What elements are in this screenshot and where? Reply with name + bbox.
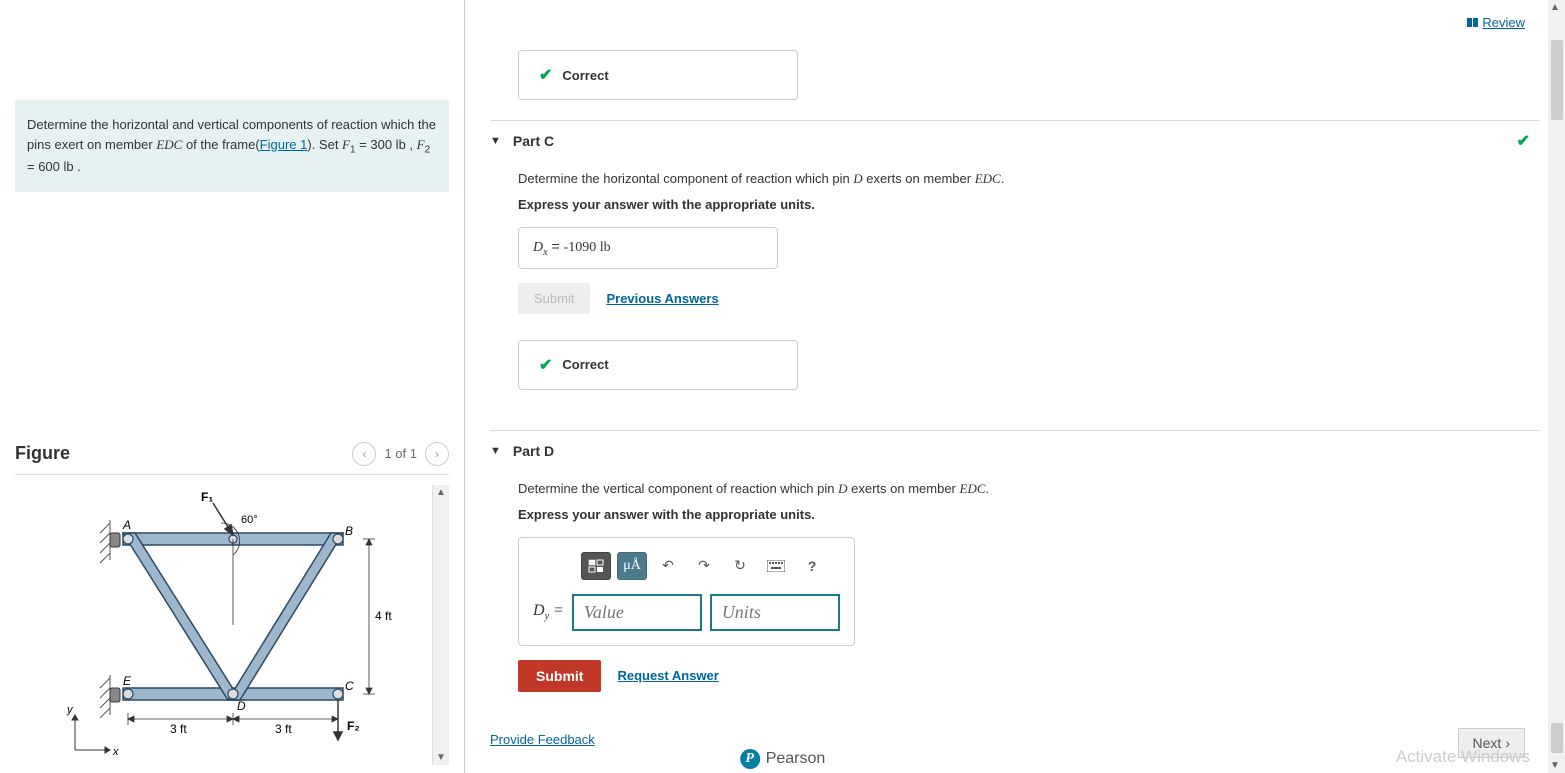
part-c-instruction: Determine the horizontal component of re…	[518, 171, 1540, 187]
figure-diagram: x y	[15, 485, 432, 768]
svg-text:B: B	[345, 524, 353, 538]
figure-scrollbar[interactable]: ▲ ▼	[432, 485, 449, 765]
svg-text:F₁: F₁	[201, 490, 213, 504]
windows-watermark: Activate Windows	[1396, 747, 1530, 767]
review-link[interactable]: Review	[1467, 15, 1525, 30]
pager-next-button[interactable]: ›	[425, 442, 449, 466]
scroll-up-icon[interactable]: ▲	[434, 485, 448, 500]
svg-text:60°: 60°	[241, 514, 258, 526]
svg-text:E: E	[123, 674, 132, 688]
problem-member: EDC	[156, 137, 182, 152]
units-input[interactable]	[710, 594, 840, 631]
svg-text:3 ft: 3 ft	[275, 722, 292, 736]
part-b-correct-box: ✔ Correct	[518, 50, 798, 100]
figure-section: Figure ‹ 1 of 1 ›	[15, 442, 449, 768]
review-icon	[1467, 18, 1478, 27]
svg-text:D: D	[237, 699, 246, 713]
part-d-request-answer-link[interactable]: Request Answer	[617, 668, 718, 683]
figure-title: Figure	[15, 443, 70, 464]
value-input[interactable]	[572, 594, 702, 631]
part-c-title: Part C	[513, 133, 554, 149]
left-panel: Determine the horizontal and vertical co…	[0, 0, 465, 773]
part-d-answer-label: Dy =	[533, 602, 564, 622]
part-d-header[interactable]: ▼ Part D	[490, 430, 1540, 471]
part-d-submit-button[interactable]: Submit	[518, 660, 601, 692]
pager-prev-button[interactable]: ‹	[352, 442, 376, 466]
part-c-correct-box: ✔ Correct	[518, 340, 798, 390]
scroll-thumb[interactable]	[1551, 40, 1563, 120]
pearson-logo-icon: P	[740, 749, 760, 769]
figure-link[interactable]: Figure 1	[260, 137, 308, 152]
undo-icon[interactable]: ↶	[653, 552, 683, 580]
pager-text: 1 of 1	[384, 446, 417, 461]
scroll-down-icon[interactable]: ▼	[434, 750, 448, 765]
svg-text:y: y	[66, 704, 74, 716]
part-c-submit-button: Submit	[518, 283, 590, 314]
units-icon[interactable]: μÅ	[617, 552, 647, 580]
correct-text: Correct	[562, 68, 608, 83]
svg-text:C: C	[345, 679, 354, 693]
part-c-previous-answers-link[interactable]: Previous Answers	[606, 291, 718, 306]
part-c-body: Determine the horizontal component of re…	[490, 161, 1540, 430]
reset-icon[interactable]: ↻	[725, 552, 755, 580]
part-c-instruction2: Express your answer with the appropriate…	[518, 197, 1540, 212]
caret-down-icon: ▼	[490, 445, 501, 457]
part-c-answer: Dx = -1090 lb	[518, 227, 778, 269]
provide-feedback-link[interactable]: Provide Feedback	[490, 732, 595, 747]
right-panel: Review ✔ Correct ▼ Part C ✔ Determine th…	[465, 0, 1565, 773]
part-c-check-icon: ✔	[1517, 131, 1530, 151]
main-scrollbar[interactable]: ▲ ▼	[1548, 0, 1565, 773]
part-d-instruction: Determine the vertical component of reac…	[518, 481, 1540, 497]
svg-text:4 ft: 4 ft	[375, 609, 392, 623]
scroll-up-icon[interactable]: ▲	[1548, 0, 1565, 15]
part-c-header[interactable]: ▼ Part C ✔	[490, 120, 1540, 161]
part-d-body: Determine the vertical component of reac…	[490, 471, 1540, 712]
help-icon[interactable]: ?	[797, 552, 827, 580]
keyboard-icon[interactable]	[761, 552, 791, 580]
svg-text:x: x	[112, 746, 119, 758]
scroll-thumb[interactable]	[1551, 723, 1563, 753]
footer-brand: P Pearson	[736, 745, 830, 773]
problem-statement: Determine the horizontal and vertical co…	[15, 100, 449, 192]
answer-toolbar: μÅ ↶ ↷ ↻ ?	[581, 552, 840, 580]
part-d-instruction2: Express your answer with the appropriate…	[518, 507, 1540, 522]
svg-text:3 ft: 3 ft	[170, 722, 187, 736]
part-d-answer-box: μÅ ↶ ↷ ↻ ? Dy =	[518, 537, 855, 646]
check-icon: ✔	[539, 65, 552, 85]
check-icon: ✔	[539, 355, 552, 375]
figure-pager: ‹ 1 of 1 ›	[352, 442, 449, 466]
svg-text:F₂: F₂	[347, 719, 360, 733]
redo-icon[interactable]: ↷	[689, 552, 719, 580]
svg-text:A: A	[122, 518, 131, 532]
scroll-down-icon[interactable]: ▼	[1548, 758, 1565, 773]
caret-down-icon: ▼	[490, 135, 501, 147]
part-d-title: Part D	[513, 443, 554, 459]
templates-icon[interactable]	[581, 552, 611, 580]
